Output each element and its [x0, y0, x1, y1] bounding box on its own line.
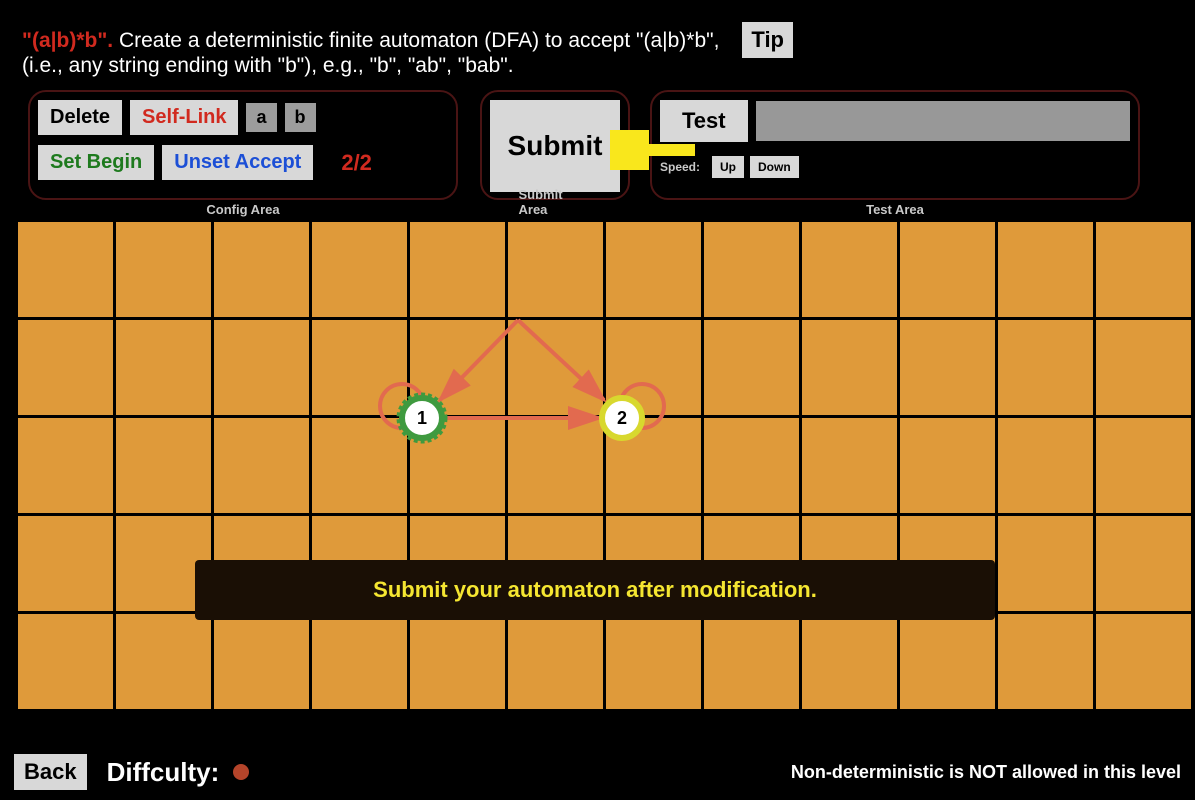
grid-cell[interactable]: [508, 418, 603, 513]
back-button[interactable]: Back: [14, 754, 87, 790]
footer: Back Diffculty: Non-deterministic is NOT…: [14, 754, 1181, 790]
grid-cell[interactable]: [18, 418, 113, 513]
grid-cell[interactable]: [18, 320, 113, 415]
grid-cell[interactable]: [1096, 222, 1191, 317]
config-area-label: Config Area: [206, 202, 279, 217]
grid-cell[interactable]: [998, 614, 1093, 709]
test-button[interactable]: Test: [660, 100, 748, 142]
grid-cell[interactable]: [1096, 516, 1191, 611]
test-panel: Test Speed: Up Down Test Area: [650, 90, 1140, 200]
hint-banner: Submit your automaton after modification…: [195, 560, 995, 620]
grid-cell[interactable]: [410, 614, 505, 709]
grid-cell[interactable]: [1096, 320, 1191, 415]
grid-cell[interactable]: [214, 418, 309, 513]
grid[interactable]: [18, 222, 1178, 728]
grid-cell[interactable]: [802, 320, 897, 415]
grid-cell[interactable]: [606, 418, 701, 513]
grid-cell[interactable]: [802, 222, 897, 317]
instruction-text: "(a|b)*b". Create a deterministic finite…: [22, 28, 1173, 78]
grid-cell[interactable]: [900, 418, 995, 513]
grid-cell[interactable]: [18, 516, 113, 611]
instruction-regex: "(a|b)*b".: [22, 29, 113, 52]
grid-cell[interactable]: [410, 418, 505, 513]
grid-cell[interactable]: [312, 614, 407, 709]
delete-button[interactable]: Delete: [38, 100, 122, 135]
grid-cell[interactable]: [900, 614, 995, 709]
submit-panel: Submit Submit Area: [480, 90, 630, 200]
state-counter: 2/2: [341, 150, 372, 176]
config-panel: Delete Self-Link a b Set Begin Unset Acc…: [28, 90, 458, 200]
grid-cell[interactable]: [998, 516, 1093, 611]
footer-note: Non-deterministic is NOT allowed in this…: [791, 762, 1181, 783]
submit-area-label: Submit Area: [519, 187, 592, 217]
grid-cell[interactable]: [704, 222, 799, 317]
grid-cell[interactable]: [508, 614, 603, 709]
grid-cell[interactable]: [704, 614, 799, 709]
grid-cell[interactable]: [606, 222, 701, 317]
alphabet-a-button[interactable]: a: [246, 103, 276, 132]
grid-cell[interactable]: [410, 222, 505, 317]
grid-cell[interactable]: [802, 614, 897, 709]
grid-cell[interactable]: [214, 614, 309, 709]
speed-down-button[interactable]: Down: [750, 156, 799, 178]
unset-accept-button[interactable]: Unset Accept: [162, 145, 313, 180]
grid-cell[interactable]: [410, 320, 505, 415]
grid-cell[interactable]: [312, 222, 407, 317]
test-area-label: Test Area: [866, 202, 924, 217]
grid-cell[interactable]: [508, 320, 603, 415]
grid-cell[interactable]: [802, 418, 897, 513]
grid-cell[interactable]: [508, 222, 603, 317]
grid-cell[interactable]: [606, 320, 701, 415]
submit-button[interactable]: Submit: [490, 100, 620, 192]
grid-cell[interactable]: [998, 418, 1093, 513]
tip-button[interactable]: Tip: [742, 22, 793, 58]
grid-cell[interactable]: [998, 320, 1093, 415]
grid-cell[interactable]: [1096, 614, 1191, 709]
grid-cell[interactable]: [18, 614, 113, 709]
grid-cell[interactable]: [116, 418, 211, 513]
speed-up-button[interactable]: Up: [712, 156, 744, 178]
grid-cell[interactable]: [998, 222, 1093, 317]
difficulty-dot-icon: [233, 764, 249, 780]
instruction-line2: (i.e., any string ending with "b"), e.g.…: [22, 54, 514, 77]
grid-cell[interactable]: [116, 320, 211, 415]
alphabet-b-button[interactable]: b: [285, 103, 316, 132]
grid-cell[interactable]: [900, 320, 995, 415]
selflink-button[interactable]: Self-Link: [130, 100, 238, 135]
grid-cell[interactable]: [312, 418, 407, 513]
grid-cell[interactable]: [1096, 418, 1191, 513]
test-input[interactable]: [756, 101, 1130, 141]
instruction-line1: Create a deterministic finite automaton …: [113, 29, 719, 52]
grid-cell[interactable]: [116, 222, 211, 317]
grid-cell[interactable]: [704, 418, 799, 513]
difficulty-label: Diffculty:: [107, 757, 250, 788]
grid-cell[interactable]: [214, 222, 309, 317]
grid-cell[interactable]: [18, 222, 113, 317]
grid-cell[interactable]: [606, 614, 701, 709]
speed-label: Speed:: [660, 160, 700, 174]
grid-cell[interactable]: [704, 320, 799, 415]
grid-cell[interactable]: [116, 614, 211, 709]
set-begin-button[interactable]: Set Begin: [38, 145, 154, 180]
grid-cell[interactable]: [214, 320, 309, 415]
grid-cell[interactable]: [900, 222, 995, 317]
grid-cell[interactable]: [312, 320, 407, 415]
